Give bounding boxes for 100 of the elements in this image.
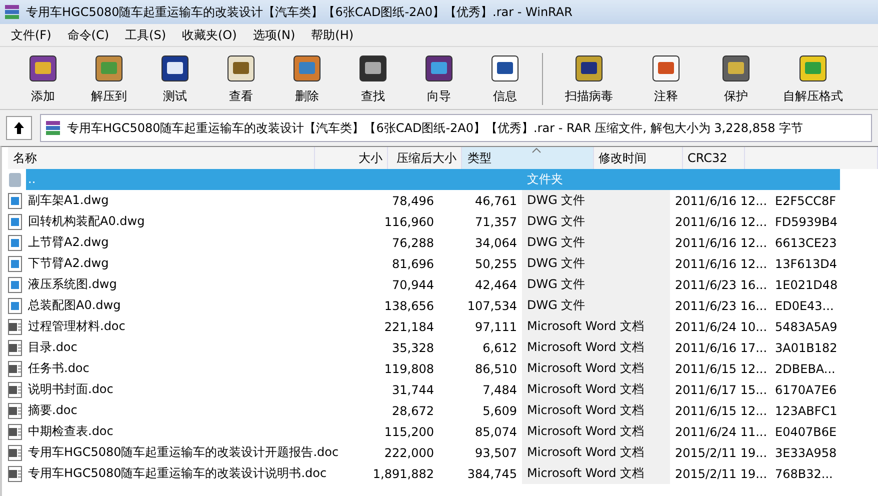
column-header[interactable]: 名称 — [8, 147, 316, 169]
table-cell-text: 50,255 — [474, 256, 518, 272]
file-name[interactable]: 摘要.doc — [26, 400, 357, 421]
file-name[interactable]: 任务书.doc — [26, 358, 357, 379]
table-cell-text: 7,484 — [482, 382, 518, 398]
table-cell-text: 42,464 — [474, 276, 518, 294]
table-cell: DWG 文件 — [522, 211, 670, 232]
table-cell-text: 768B32... — [774, 466, 834, 482]
menu-item[interactable]: 帮助(H) — [304, 24, 361, 46]
table-cell-text: 2011/6/17 15... — [674, 382, 768, 398]
table-cell: DWG 文件 — [522, 253, 670, 274]
table-cell-text: 78,496 — [391, 192, 435, 210]
column-header[interactable]: 压缩后大小 — [388, 147, 462, 169]
toolbar-button[interactable]: 查看 — [208, 49, 274, 109]
table-cell: Microsoft Word 文档 — [522, 463, 670, 484]
word-file-icon — [8, 402, 22, 418]
toolbar-button[interactable]: 信息 — [472, 49, 538, 109]
menu-item[interactable]: 工具(S) — [118, 24, 173, 46]
drawing-file-icon — [8, 256, 22, 272]
table-cell-text: 2011/6/16 17... — [674, 340, 768, 356]
table-cell-text: 76,288 — [391, 234, 435, 252]
column-header[interactable]: 类型 — [462, 147, 594, 169]
file-name[interactable]: 过程管理材料.doc — [26, 316, 357, 337]
file-name[interactable]: 说明书封面.doc — [26, 379, 357, 400]
file-name[interactable]: 上节臂A2.dwg — [26, 232, 357, 253]
table-cell-text: 221,184 — [383, 318, 435, 336]
file-name[interactable]: 中期检查表.doc — [26, 421, 357, 442]
table-cell-text: 31,744 — [391, 382, 435, 398]
word-file-icon — [8, 424, 22, 440]
menu-item[interactable]: 命令(C) — [60, 24, 116, 46]
table-cell-text: 3A01B182 — [774, 340, 838, 356]
file-name[interactable]: 专用车HGC5080随车起重运输车的改装设计开题报告.doc — [26, 442, 357, 463]
table-cell-text: 28,672 — [391, 402, 435, 420]
table-cell-text: 70,944 — [391, 276, 435, 294]
table-cell-text: 2011/6/16 12... — [674, 192, 768, 210]
table-cell-text: 71,357 — [474, 214, 518, 230]
toolbar-button[interactable]: 向导 — [406, 49, 472, 109]
table-cell-text: 3E33A958 — [774, 444, 838, 462]
word-file-icon — [8, 466, 22, 482]
toolbar-button[interactable]: 测试 — [142, 49, 208, 109]
toolbar-button[interactable]: 扫描病毒 — [547, 49, 631, 109]
file-name[interactable]: 目录.doc — [26, 337, 357, 358]
table-cell-text: 6613CE23 — [774, 234, 838, 252]
table-cell-text: 35,328 — [391, 340, 435, 356]
toolbar-button[interactable]: 添加 — [10, 49, 76, 109]
table-cell-text: 2011/6/15 12... — [674, 402, 768, 420]
toolbar-button[interactable]: 删除 — [274, 49, 340, 109]
table-cell-text: 85,074 — [474, 424, 518, 440]
file-name[interactable]: 副车架A1.dwg — [26, 190, 357, 211]
word-file-icon — [8, 360, 22, 376]
column-header[interactable]: 修改时间 — [594, 147, 683, 169]
file-name[interactable]: 专用车HGC5080随车起重运输车的改装设计说明书.doc — [26, 463, 357, 484]
table-cell-text: FD5939B4 — [774, 214, 839, 230]
toolbar-button[interactable]: 保护 — [701, 49, 771, 109]
toolbar-button[interactable]: 自解压格式 — [771, 49, 855, 109]
table-cell: DWG 文件 — [522, 295, 670, 316]
file-name[interactable]: 下节臂A2.dwg — [26, 253, 357, 274]
file-name[interactable]: 总装配图A0.dwg — [26, 295, 357, 316]
table-cell-text: 5483A5A9 — [774, 318, 838, 336]
column-header[interactable]: CRC32 — [682, 147, 746, 169]
table-cell-text: 222,000 — [383, 444, 435, 462]
table-cell-text: 文件夹 — [526, 171, 564, 188]
table-cell-text: 6170A7E6 — [774, 382, 838, 398]
menu-item[interactable]: 收藏夹(O) — [175, 24, 244, 46]
file-name[interactable]: 回转机构装配A0.dwg — [26, 211, 357, 232]
table-cell-text: E2F5CC8F — [774, 192, 838, 210]
toolbar-button[interactable]: 注释 — [631, 49, 701, 109]
app-icon — [4, 4, 20, 20]
table-cell-text: 34,064 — [474, 234, 518, 252]
table-cell-text: 81,696 — [391, 256, 435, 272]
column-header[interactable]: 大小 — [315, 147, 388, 169]
file-name[interactable]: 液压系统图.dwg — [26, 274, 357, 295]
word-file-icon — [8, 444, 22, 460]
table-cell-text: 384,745 — [466, 466, 518, 482]
app-icon — [45, 120, 61, 136]
folder-icon — [8, 172, 22, 188]
table-cell-text: 2015/2/11 19... — [674, 444, 768, 462]
table-cell-text: 2011/6/16 12... — [674, 234, 768, 252]
table-cell-text: 46,761 — [474, 192, 518, 210]
drawing-file-icon — [8, 192, 22, 208]
address-field[interactable]: 专用车HGC5080随车起重运输车的改装设计【汽车类】【6张CAD图纸-2A0】【优秀】.rar - RAR 压缩文件, 解包大小为 3,228,858 字节 — [40, 114, 872, 142]
table-cell: DWG 文件 — [522, 232, 670, 253]
drawing-file-icon — [8, 214, 22, 230]
menu-item[interactable]: 选项(N) — [246, 24, 302, 46]
table-cell-text: 6,612 — [482, 340, 518, 356]
table-cell-text: 2011/6/24 11... — [674, 424, 768, 440]
table-cell-text: 2011/6/23 16... — [674, 276, 768, 294]
menu-item[interactable]: 文件(F) — [4, 24, 58, 46]
table-cell-text: 2011/6/23 16... — [674, 298, 768, 314]
up-button[interactable] — [6, 116, 32, 140]
table-cell-text: 1,891,882 — [372, 466, 435, 482]
table-cell-text: 97,111 — [474, 318, 518, 336]
drawing-file-icon — [8, 276, 22, 292]
table-cell: Microsoft Word 文档 — [522, 421, 670, 442]
toolbar-button[interactable]: 解压到 — [76, 49, 142, 109]
table-cell-text: 13F613D4 — [774, 256, 838, 272]
table-cell: Microsoft Word 文档 — [522, 400, 670, 421]
toolbar-button[interactable]: 查找 — [340, 49, 406, 109]
table-cell-text: 5,609 — [482, 402, 518, 420]
table-cell: Microsoft Word 文档 — [522, 316, 670, 337]
